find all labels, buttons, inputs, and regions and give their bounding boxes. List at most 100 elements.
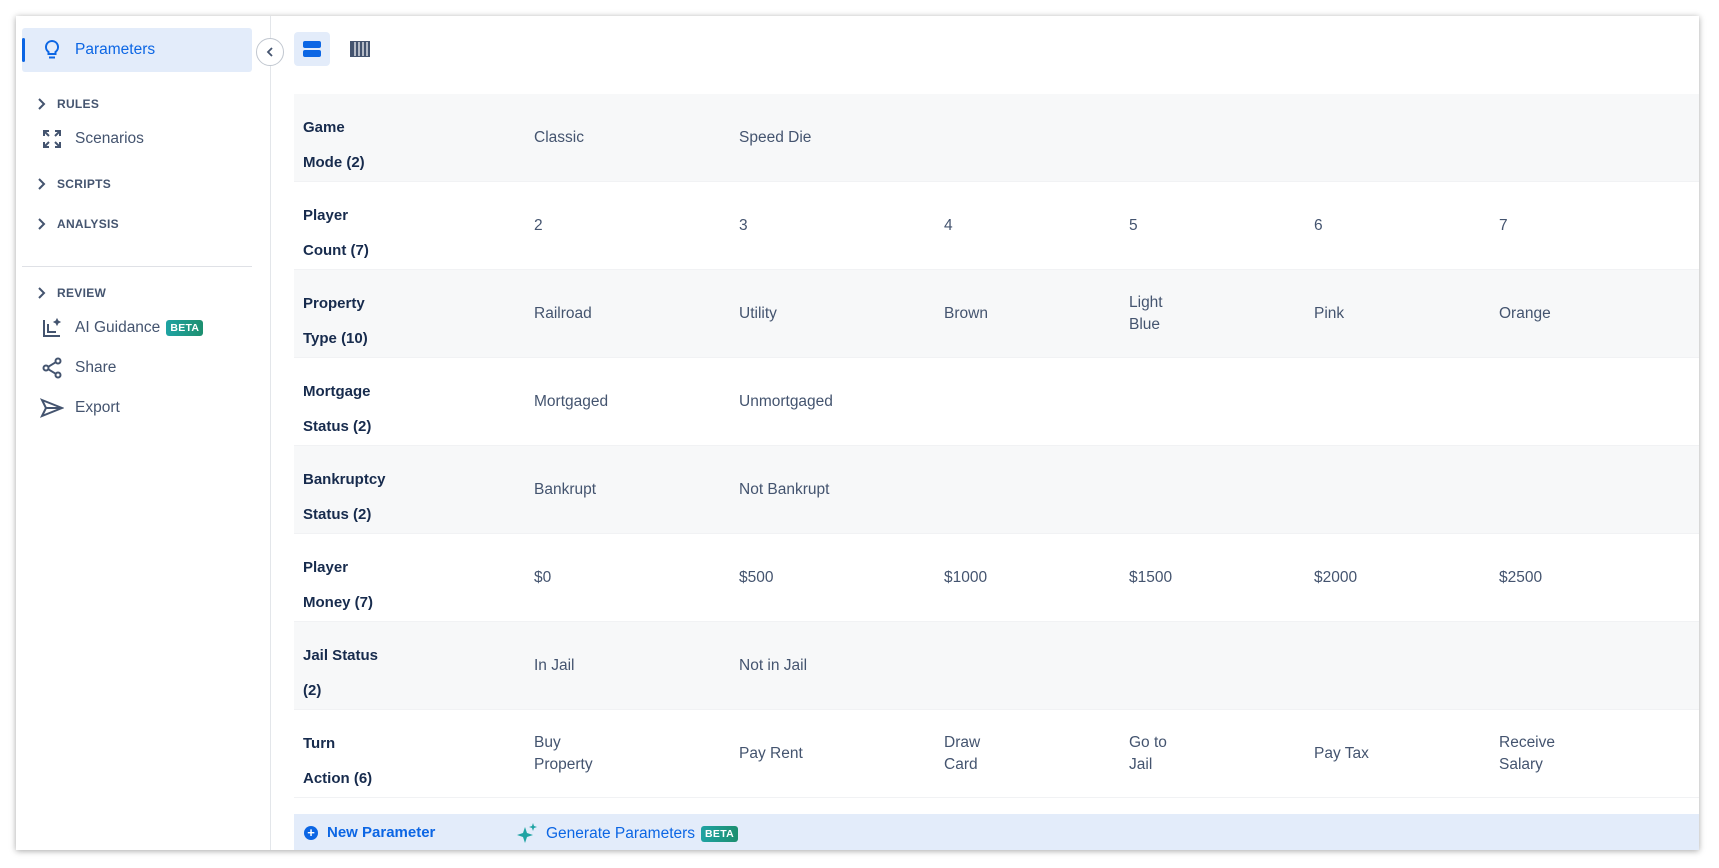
app-window: Parameters RULES Scenarios SCRIPTS ANALY…: [16, 16, 1699, 850]
parameter-row[interactable]: Player Count (7) 2 3 4 5 6 7: [294, 182, 1699, 270]
parameter-name-line: Game: [303, 119, 345, 136]
parameter-value-text: 2: [534, 217, 543, 234]
parameter-value[interactable]: Go to Jail: [1129, 710, 1167, 798]
parameter-row[interactable]: Turn Action (6) Buy Property Pay Rent Draw Car…: [294, 710, 1699, 798]
parameter-name-line: Player: [303, 559, 349, 576]
parameter-value[interactable]: $1500: [1129, 534, 1172, 622]
parameter-name-line: Bankruptcy: [303, 471, 386, 488]
parameter-value[interactable]: 4: [944, 182, 953, 270]
sidebar-item-export[interactable]: Export: [22, 386, 252, 430]
parameter-value[interactable]: Mortgaged: [534, 358, 608, 446]
parameter-name-line: Mortgage: [303, 383, 371, 400]
parameter-name-line: Jail Status: [303, 647, 379, 664]
chevron-left-icon: [266, 47, 273, 57]
parameter-row[interactable]: Bankruptcy Status (2) Bankrupt Not Bankrupt: [294, 446, 1699, 534]
parameter-name-line: Money (7): [303, 594, 374, 611]
parameter-value-text: Pay Tax: [1314, 745, 1369, 762]
parameter-value-text: Not in Jail: [739, 657, 808, 674]
parameter-row[interactable]: Game Mode (2) Classic Speed Die: [294, 94, 1699, 182]
ai-document-icon: [40, 316, 64, 340]
sidebar-item-scenarios[interactable]: Scenarios: [22, 117, 252, 161]
share-icon: [40, 356, 64, 380]
parameter-value[interactable]: Buy Property: [534, 710, 593, 798]
parameter-row[interactable]: Property Type (10) Railroad Utility Brown Lig…: [294, 270, 1699, 358]
sidebar-section-label: ANALYSIS: [57, 217, 119, 231]
parameter-value[interactable]: Classic: [534, 94, 584, 182]
parameter-value-text: Receive: [1499, 734, 1555, 751]
new-parameter-button[interactable]: + New Parameter: [304, 824, 435, 841]
sidebar-item-ai-guidance[interactable]: AI Guidance BETA: [22, 306, 252, 350]
beta-badge: BETA: [701, 826, 739, 842]
parameter-value[interactable]: Pay Tax: [1314, 710, 1369, 798]
parameter-value[interactable]: 6: [1314, 182, 1323, 270]
plus-circle-icon: +: [304, 825, 318, 840]
parameter-value-text: Pay Rent: [739, 745, 803, 762]
lightbulb-icon: [40, 38, 64, 62]
parameter-value[interactable]: $0: [534, 534, 551, 622]
sidebar-item-share[interactable]: Share: [22, 346, 252, 390]
parameter-value[interactable]: $500: [739, 534, 773, 622]
sidebar-section-analysis[interactable]: ANALYSIS: [22, 209, 252, 239]
parameter-value[interactable]: 5: [1129, 182, 1138, 270]
generate-parameters-button[interactable]: Generate Parameters BETA: [516, 822, 739, 846]
parameter-value[interactable]: 2: [534, 182, 543, 270]
sidebar-item-label: AI Guidance BETA: [75, 319, 204, 337]
parameter-value[interactable]: Receive Salary: [1499, 710, 1555, 798]
parameter-row[interactable]: Player Money (7) $0 $500 $1000 $1500 $2000 $250…: [294, 534, 1699, 622]
parameter-value[interactable]: $2000: [1314, 534, 1357, 622]
parameter-name: Property Type (10): [303, 286, 413, 356]
parameter-value[interactable]: 3: [739, 182, 748, 270]
parameter-value[interactable]: Draw Card: [944, 710, 980, 798]
sidebar-item-label: Share: [75, 359, 117, 376]
parameter-value[interactable]: Bankrupt: [534, 446, 596, 534]
parameter-value[interactable]: Pink: [1314, 270, 1344, 358]
row-view-button[interactable]: [294, 32, 330, 66]
parameter-name: Player Money (7): [303, 550, 413, 620]
sidebar-section-rules[interactable]: RULES: [22, 89, 252, 119]
parameter-value[interactable]: Pay Rent: [739, 710, 803, 798]
parameter-row[interactable]: Jail Status (2) In Jail Not in Jail: [294, 622, 1699, 710]
parameter-name: Player Count (7): [303, 198, 413, 268]
sidebar-item-label: Scenarios: [75, 130, 144, 147]
parameter-value-text: Go to: [1129, 734, 1167, 751]
parameter-value[interactable]: Not Bankrupt: [739, 446, 829, 534]
parameter-value-text: Unmortgaged: [739, 393, 833, 410]
parameter-value-text: $0: [534, 569, 552, 586]
sidebar-divider: [22, 266, 252, 267]
parameter-value[interactable]: Utility: [739, 270, 777, 358]
parameter-value-text: $1500: [1129, 569, 1173, 586]
parameter-value[interactable]: $2500: [1499, 534, 1542, 622]
parameter-value-text: 4: [944, 217, 953, 234]
sidebar: Parameters RULES Scenarios SCRIPTS ANALY…: [16, 16, 271, 850]
parameter-value[interactable]: Orange: [1499, 270, 1551, 358]
parameter-value[interactable]: Not in Jail: [739, 622, 807, 710]
parameter-value-text: $1000: [944, 569, 988, 586]
parameter-name-line: Count (7): [303, 242, 369, 259]
send-icon: [40, 396, 64, 420]
parameter-value[interactable]: In Jail: [534, 622, 575, 710]
parameter-name-line: Status (2): [303, 418, 372, 435]
sidebar-item-parameters[interactable]: Parameters: [22, 28, 252, 72]
parameter-value[interactable]: $1000: [944, 534, 987, 622]
sidebar-section-scripts[interactable]: SCRIPTS: [22, 169, 252, 199]
parameter-name: Turn Action (6): [303, 726, 413, 796]
parameter-value-text: Draw: [944, 734, 981, 751]
sidebar-section-review[interactable]: REVIEW: [22, 278, 252, 308]
parameter-value-text: $500: [739, 569, 774, 586]
parameter-value[interactable]: Brown: [944, 270, 988, 358]
parameter-value-text: $2500: [1499, 569, 1543, 586]
parameter-value[interactable]: Light Blue: [1129, 270, 1163, 358]
chevron-right-icon: [38, 178, 46, 190]
parameter-name-line: Player: [303, 207, 349, 224]
parameter-name-line: Property: [303, 295, 365, 312]
column-view-button[interactable]: [342, 32, 378, 66]
parameter-value-text: Property: [534, 756, 593, 773]
parameter-value[interactable]: Speed Die: [739, 94, 811, 182]
parameter-value[interactable]: 7: [1499, 182, 1508, 270]
parameter-value-text: 3: [739, 217, 748, 234]
parameter-value[interactable]: Railroad: [534, 270, 592, 358]
parameter-value[interactable]: Unmortgaged: [739, 358, 833, 446]
parameter-name-line: Mode (2): [303, 154, 365, 171]
parameter-row[interactable]: Mortgage Status (2) Mortgaged Unmortgaged: [294, 358, 1699, 446]
collapse-sidebar-button[interactable]: [256, 38, 284, 66]
